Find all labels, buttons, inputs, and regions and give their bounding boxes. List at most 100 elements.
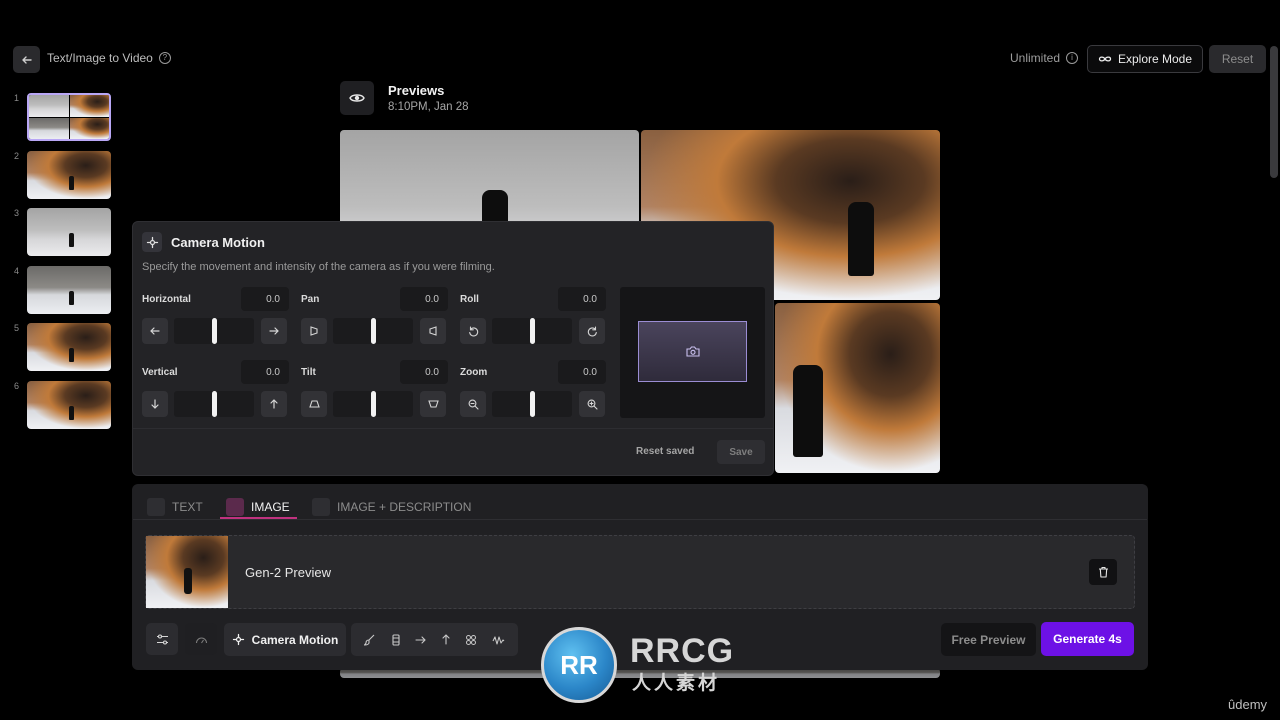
tilt-up-button[interactable]	[420, 391, 446, 417]
reset-button[interactable]: Reset	[1209, 45, 1266, 73]
page-title: Text/Image to Video ?	[47, 51, 171, 65]
thumbnail-4[interactable]	[27, 266, 111, 314]
explore-mode-label: Explore Mode	[1117, 52, 1193, 66]
arrow-down-icon	[151, 399, 159, 409]
tab-text-label: TEXT	[172, 499, 203, 514]
roll-value-input[interactable]: 0.0	[558, 287, 606, 311]
motion-brush-group	[351, 623, 518, 656]
film-icon[interactable]	[391, 633, 401, 646]
zoom-label: Zoom	[460, 367, 488, 378]
input-image-thumbnail	[146, 536, 228, 608]
tilt-slider-handle[interactable]	[371, 391, 376, 417]
scrollbar[interactable]	[1270, 46, 1278, 178]
tabs-divider	[133, 519, 1147, 520]
wave-icon[interactable]	[492, 635, 505, 645]
free-preview-button[interactable]: Free Preview	[941, 623, 1036, 656]
save-button[interactable]: Save	[717, 440, 765, 464]
pan-left-button[interactable]	[301, 318, 327, 344]
eye-icon[interactable]	[340, 81, 374, 115]
divider	[133, 428, 773, 429]
settings-button[interactable]	[146, 623, 178, 655]
camera-motion-icon	[142, 232, 162, 252]
generate-button[interactable]: Generate 4s	[1041, 622, 1134, 656]
zoom-slider-handle[interactable]	[530, 391, 535, 417]
previews-title: Previews	[388, 83, 445, 98]
pan-label: Pan	[301, 294, 320, 305]
vertical-slider-handle[interactable]	[212, 391, 217, 417]
roll-left-button[interactable]	[460, 318, 486, 344]
tab-image-label: IMAGE	[251, 499, 290, 514]
camera-frame	[638, 321, 747, 382]
speed-button[interactable]	[185, 623, 217, 655]
delete-image-button[interactable]	[1089, 559, 1117, 585]
tilt-up-icon	[427, 400, 439, 408]
brush-icon[interactable]	[364, 634, 376, 646]
reset-saved-button[interactable]: Reset saved	[636, 446, 694, 457]
vertical-value-input[interactable]: 0.0	[241, 360, 289, 384]
roll-slider-handle[interactable]	[530, 318, 535, 344]
thumbnail-number: 4	[14, 266, 20, 276]
zoom-out-button[interactable]	[460, 391, 486, 417]
thumbnail-number: 1	[14, 93, 20, 103]
thumbnail-number: 3	[14, 208, 20, 218]
tilt-value-input[interactable]: 0.0	[400, 360, 448, 384]
arrow-left-icon	[21, 55, 32, 64]
thumbnail-number: 5	[14, 323, 20, 333]
udemy-logo: ûdemy	[1228, 697, 1268, 712]
pan-value-input[interactable]: 0.0	[400, 287, 448, 311]
text-icon	[147, 497, 165, 516]
arrow-up-icon	[270, 399, 278, 409]
rotate-right-icon	[587, 325, 597, 336]
thumbnail-number: 2	[14, 151, 20, 161]
arrow-up-icon[interactable]	[441, 634, 451, 645]
tab-image[interactable]: IMAGE	[226, 494, 290, 519]
tab-text[interactable]: TEXT	[147, 494, 203, 519]
camera-motion-button[interactable]: Camera Motion	[224, 623, 346, 656]
image-description-icon	[312, 497, 330, 516]
tilt-down-button[interactable]	[301, 391, 327, 417]
pan-right-button[interactable]	[420, 318, 446, 344]
info-icon[interactable]: i	[1066, 52, 1079, 64]
horizontal-value-input[interactable]: 0.0	[241, 287, 289, 311]
vertical-down-button[interactable]	[142, 391, 168, 417]
thumbnail-6[interactable]	[27, 381, 111, 429]
grid-icon[interactable]	[465, 634, 477, 646]
thumbnail-3[interactable]	[27, 208, 111, 256]
back-button[interactable]	[13, 46, 40, 73]
tab-image-description-label: IMAGE + DESCRIPTION	[337, 499, 472, 514]
image-icon	[226, 497, 244, 516]
thumbnail-1[interactable]	[27, 93, 111, 141]
unlimited-label: Unlimited	[1010, 51, 1061, 65]
input-image-label: Gen-2 Preview	[245, 565, 331, 580]
roll-label: Roll	[460, 294, 479, 305]
arrow-right-icon	[269, 327, 279, 335]
camera-icon	[685, 346, 700, 357]
thumbnail-5[interactable]	[27, 323, 111, 371]
camera-motion-title: Camera Motion	[171, 235, 265, 250]
tilt-label: Tilt	[301, 367, 316, 378]
horizontal-label: Horizontal	[142, 294, 191, 305]
vertical-label: Vertical	[142, 367, 178, 378]
horizontal-right-button[interactable]	[261, 318, 287, 344]
svg-text:RR: RR	[560, 650, 598, 680]
preview-image-4[interactable]	[775, 303, 940, 473]
previews-timestamp: 8:10PM, Jan 28	[388, 101, 469, 113]
zoom-in-button[interactable]	[579, 391, 605, 417]
help-icon[interactable]: ?	[158, 52, 171, 64]
tab-image-description[interactable]: IMAGE + DESCRIPTION	[312, 494, 471, 519]
infinity-icon	[1098, 56, 1112, 62]
pan-slider-handle[interactable]	[371, 318, 376, 344]
explore-mode-button[interactable]: Explore Mode	[1087, 45, 1203, 73]
arrow-right-icon[interactable]	[415, 635, 427, 645]
watermark-text: RRCG	[630, 632, 735, 670]
unlimited-indicator: Unlimited i	[1010, 51, 1079, 65]
roll-right-button[interactable]	[579, 318, 605, 344]
vertical-up-button[interactable]	[261, 391, 287, 417]
thumbnail-2[interactable]	[27, 151, 111, 199]
horizontal-left-button[interactable]	[142, 318, 168, 344]
pan-right-icon	[429, 326, 437, 336]
horizontal-slider-handle[interactable]	[212, 318, 217, 344]
camera-motion-description: Specify the movement and intensity of th…	[142, 261, 495, 273]
zoom-value-input[interactable]: 0.0	[558, 360, 606, 384]
camera-motion-icon	[232, 633, 244, 646]
